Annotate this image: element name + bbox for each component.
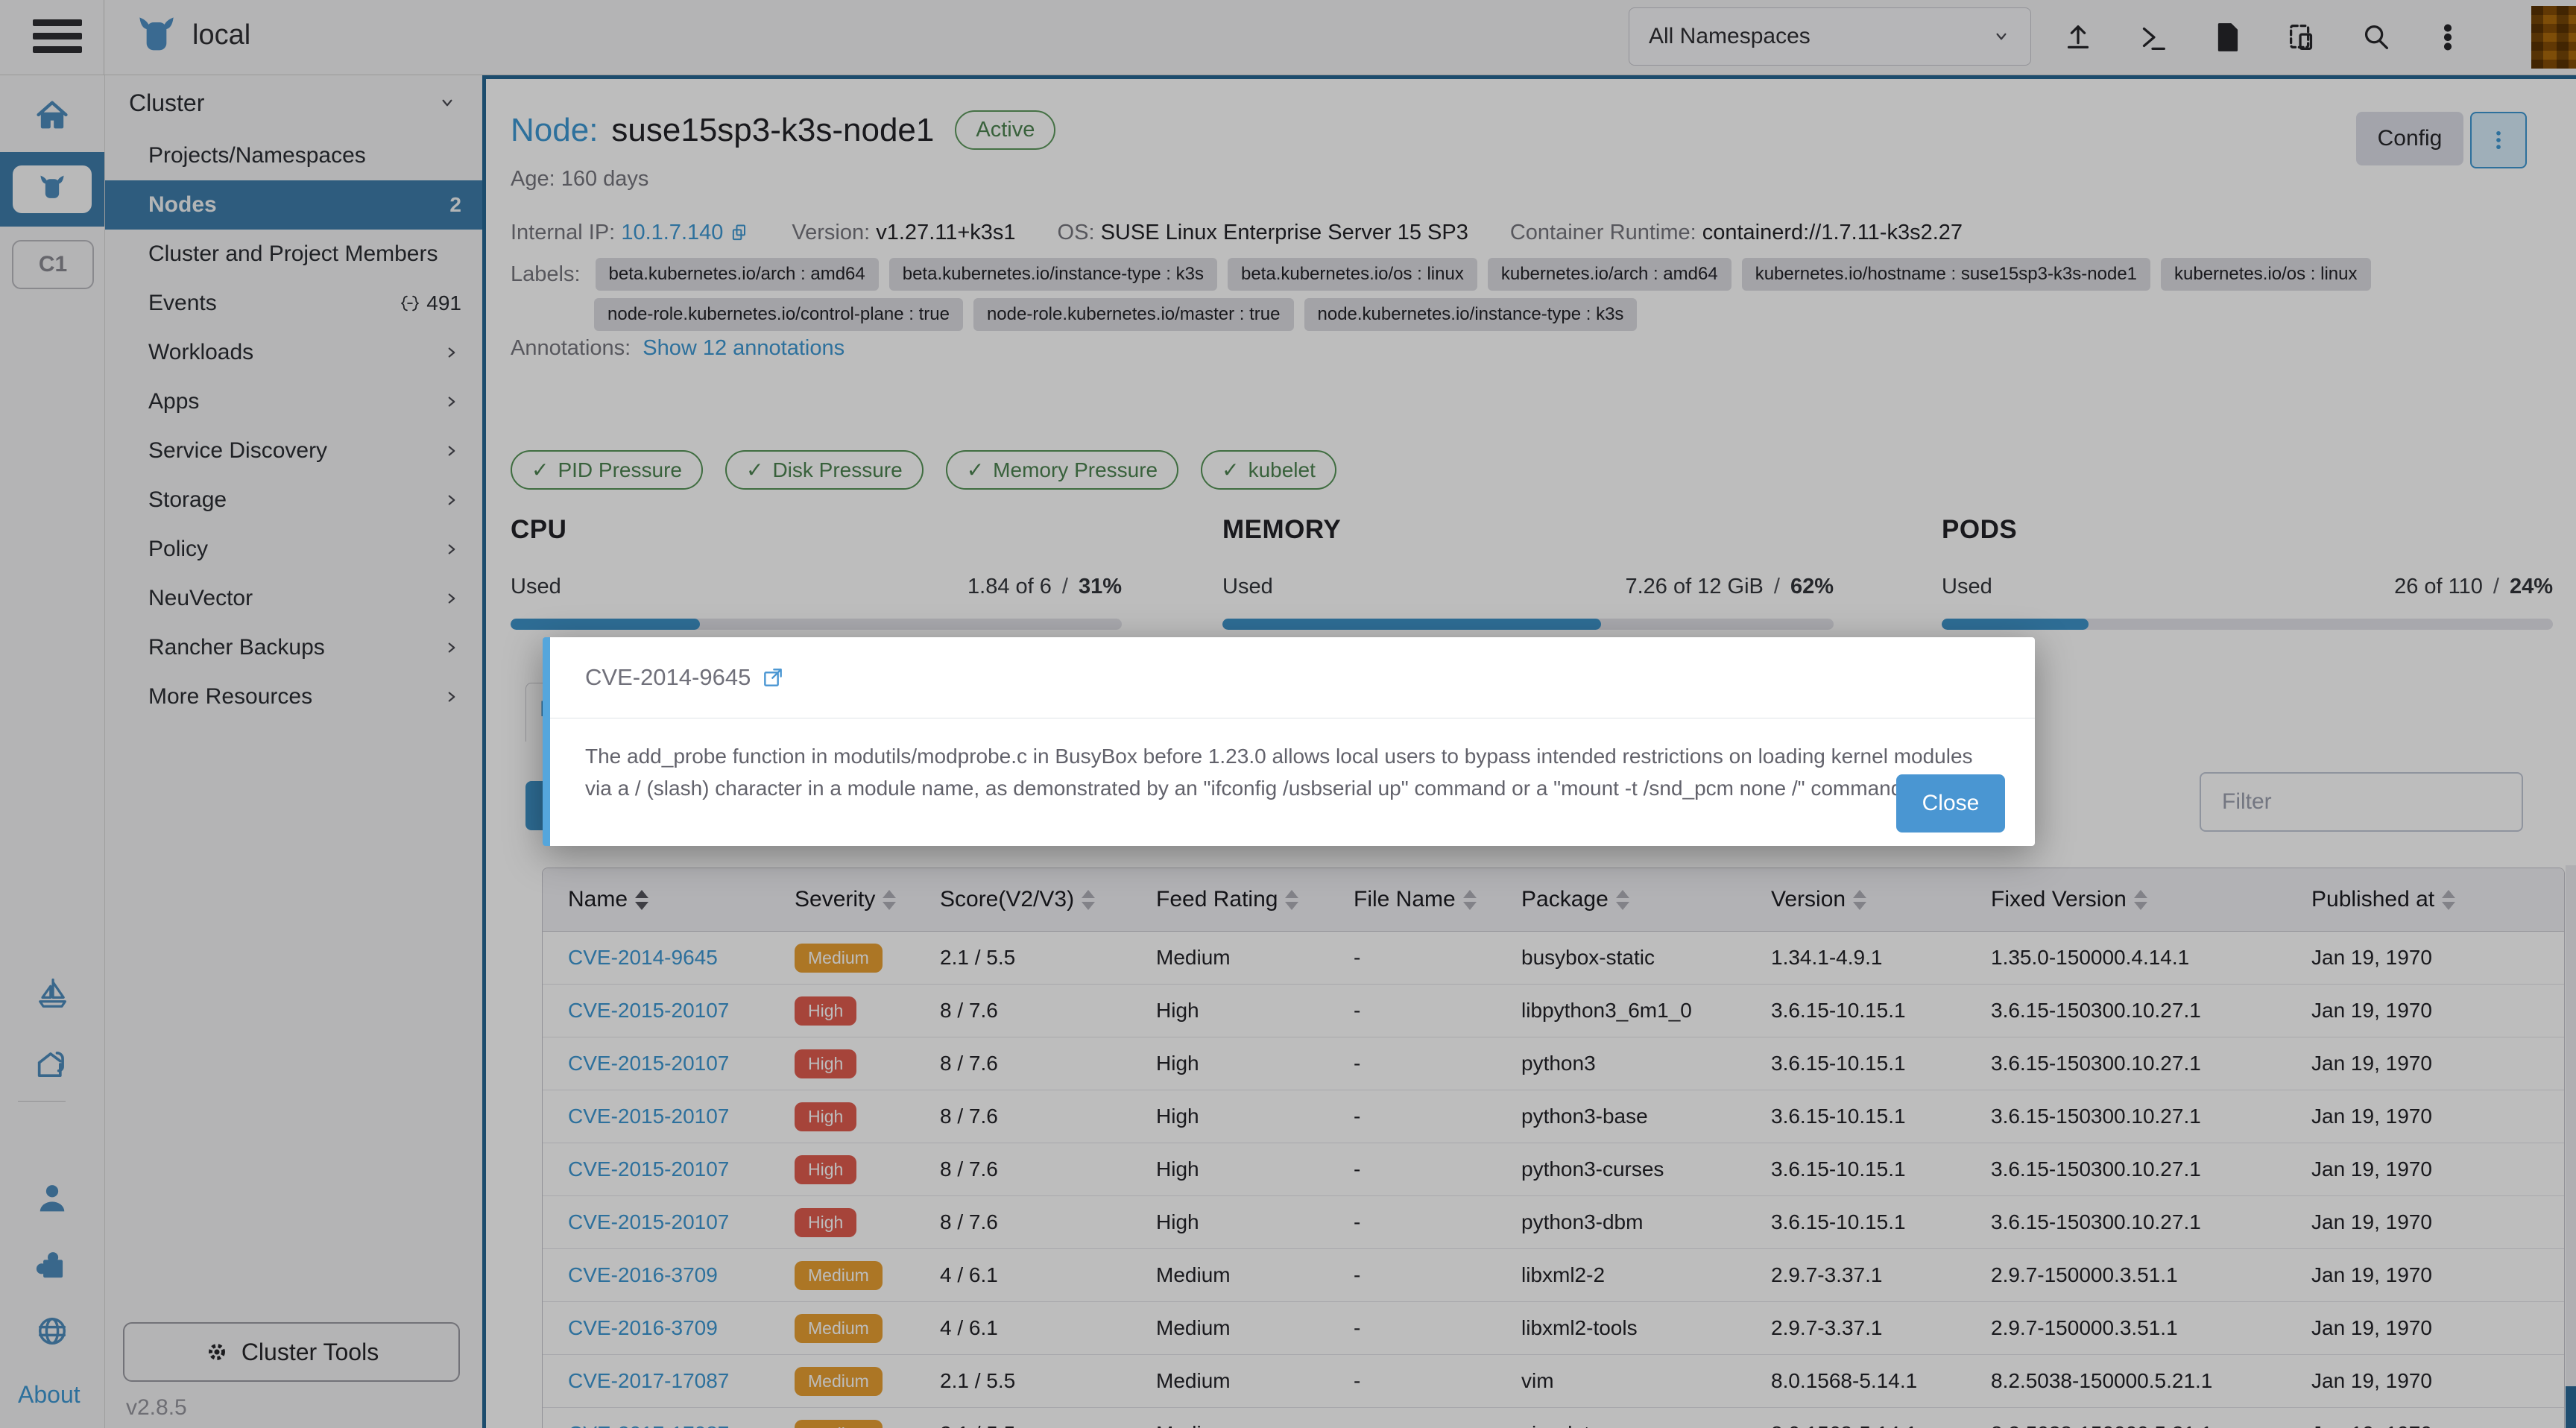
- modal-title: CVE-2014-9645: [585, 664, 751, 691]
- external-link-icon[interactable]: [761, 666, 785, 689]
- close-button[interactable]: Close: [1896, 774, 2005, 833]
- cve-detail-modal: CVE-2014-9645 The add_probe function in …: [543, 637, 2035, 846]
- cve-description: The add_probe function in modutils/modpr…: [585, 740, 1993, 805]
